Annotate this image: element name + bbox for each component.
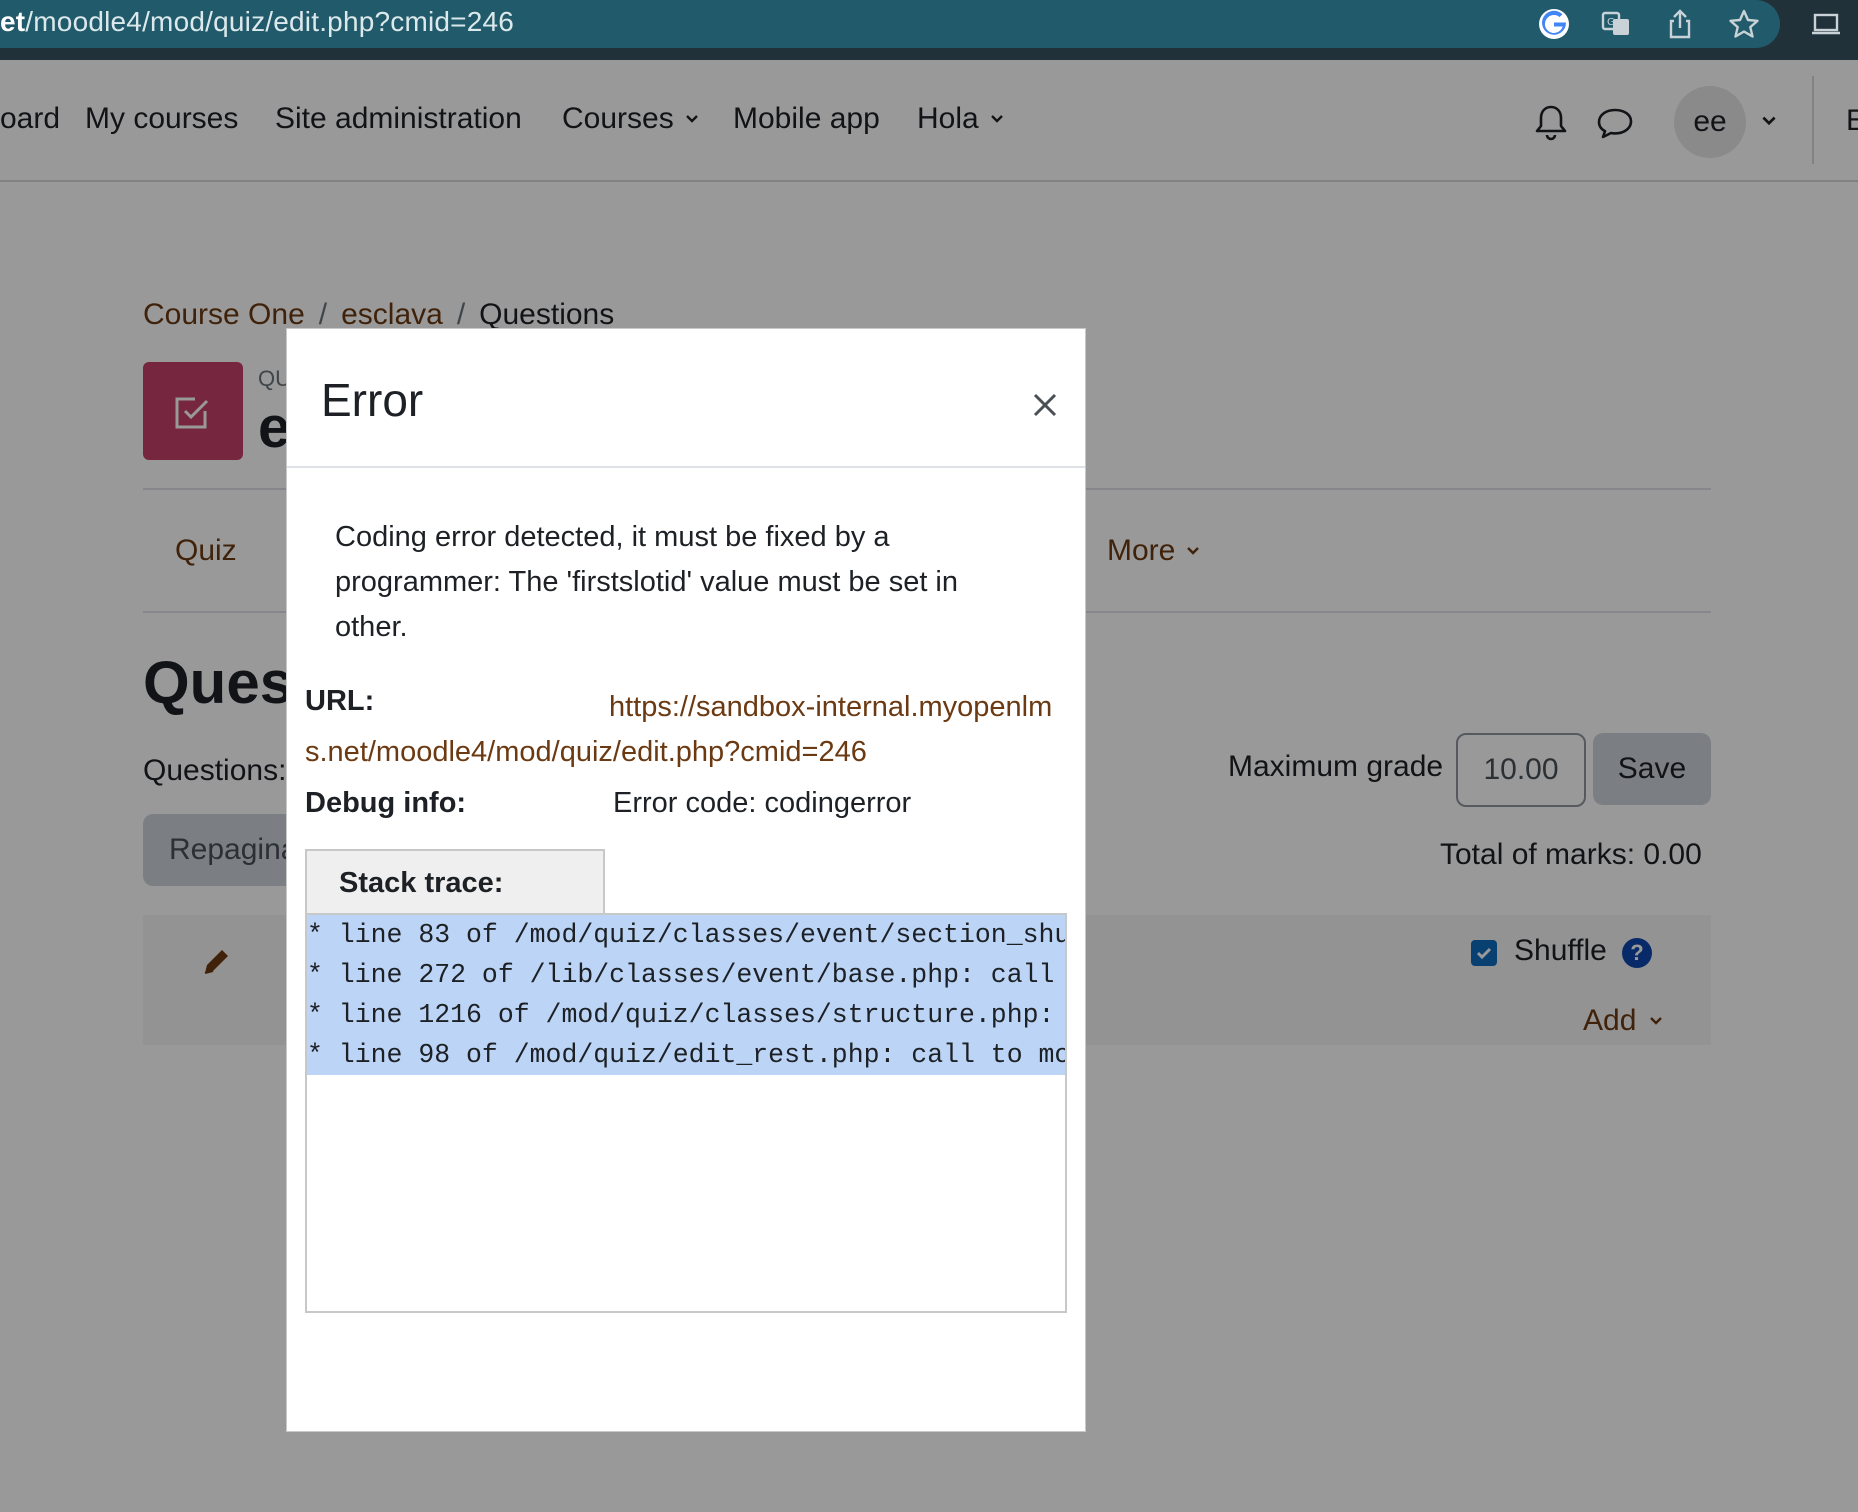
error-message: Coding error detected, it must be fixed … [335, 521, 959, 643]
translate-icon[interactable]: G [1598, 6, 1634, 42]
error-dialog: Error Coding error detected, it must be … [286, 328, 1086, 1432]
stack-trace-line: * line 272 of /lib/classes/event/base.ph… [307, 955, 1065, 995]
debug-info-label: Debug info: [305, 787, 467, 819]
svg-text:G: G [1607, 17, 1615, 28]
dialog-title: Error [321, 374, 424, 426]
error-url-link[interactable]: https://sandbox-internal.myopenlms.net/m… [305, 685, 1065, 775]
dialog-header-divider [287, 466, 1085, 468]
star-icon[interactable] [1726, 6, 1762, 42]
close-icon[interactable] [1025, 385, 1065, 425]
stack-trace-line: * line 1216 of /mod/quiz/classes/structu… [307, 995, 1065, 1035]
stack-trace-line: * line 98 of /mod/quiz/edit_rest.php: ca… [307, 1035, 1065, 1075]
stack-trace-toggle[interactable]: Stack trace: [305, 849, 605, 913]
stack-trace-box[interactable]: * line 83 of /mod/quiz/classes/event/sec… [305, 913, 1067, 1313]
stack-trace-line: * line 83 of /mod/quiz/classes/event/sec… [307, 915, 1065, 955]
debug-info-value: Error code: codingerror [613, 787, 912, 819]
laptop-icon[interactable] [1806, 6, 1846, 42]
address-url[interactable]: et/moodle4/mod/quiz/edit.php?cmid=246 [0, 6, 514, 38]
google-icon[interactable] [1536, 6, 1572, 42]
share-icon[interactable] [1662, 6, 1698, 42]
